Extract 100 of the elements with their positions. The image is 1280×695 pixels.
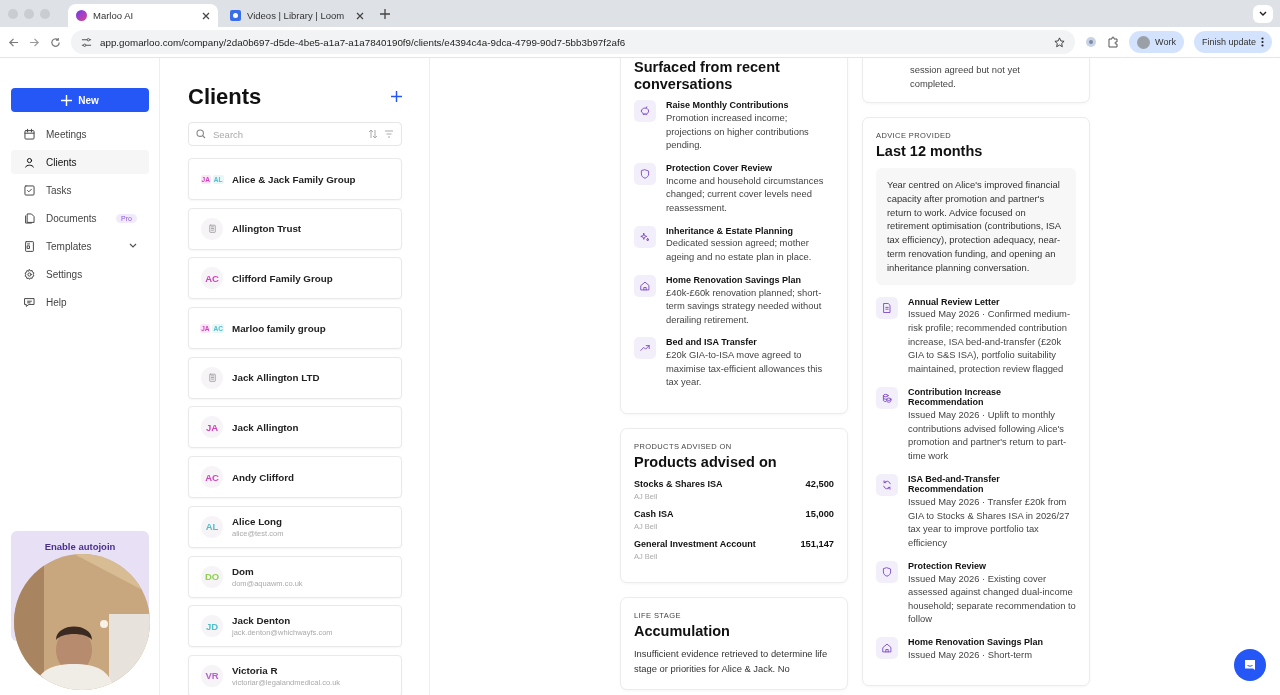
profile-button[interactable]: Work <box>1129 31 1184 53</box>
back-icon[interactable] <box>8 36 19 48</box>
refresh-icon <box>876 473 898 496</box>
search-field[interactable]: Search <box>188 122 402 146</box>
product-name: Cash ISA <box>634 508 674 519</box>
item-description: Issued May 2026 · Transfer £20k from GIA to Stocks & Shares ISA in 2026/27 tax year to improve portfolio tax efficiency <box>908 495 1071 550</box>
initials-avatar: AC <box>201 267 223 290</box>
chat-bubble-icon <box>23 295 36 309</box>
item-title: Bed and ISA Transfer <box>666 337 758 349</box>
sidebar-item[interactable]: Meetings <box>11 122 149 146</box>
initials-avatar: VR <box>201 664 223 687</box>
product-amount: 151,147 <box>800 538 834 551</box>
autojoin-title: Enable autojoin <box>44 541 116 554</box>
page-title: Clients <box>188 84 262 110</box>
building-icon <box>206 372 218 384</box>
close-icon[interactable] <box>356 11 364 20</box>
close-icon[interactable] <box>202 11 210 20</box>
client-card[interactable]: AC Andy Clifford <box>188 456 402 499</box>
forward-icon[interactable] <box>29 36 40 48</box>
sidebar-item[interactable]: Templates <box>11 234 149 258</box>
initials-avatar: JA <box>201 416 223 439</box>
life-stage-description: Insufficient evidence retrieved to determine life stage or priorities for Alice & Jack. No <box>634 647 829 676</box>
house-icon <box>634 274 656 297</box>
item-title: Protection Review <box>908 560 988 572</box>
client-card[interactable]: AC Clifford Family Group <box>188 257 402 300</box>
document-icon <box>876 296 898 319</box>
client-name: Victoria R <box>232 664 279 676</box>
finish-update-button[interactable]: Finish update <box>1193 31 1272 53</box>
puzzle-icon[interactable] <box>1107 36 1120 48</box>
item-description: Issued May 2026 · Short-term <box>908 647 1033 662</box>
person-icon <box>23 155 36 169</box>
client-name: Andy Clifford <box>232 471 295 483</box>
initials-avatar: JD <box>201 615 223 638</box>
extension-icon[interactable] <box>1085 36 1098 48</box>
item-description: session agreed but not yet completed. <box>910 63 1021 91</box>
item-description: £20k GIA-to-ISA move agreed to maximise tax-efficient allowances this tax year. <box>666 348 824 390</box>
sort-icon[interactable] <box>368 129 378 139</box>
tab-favicon-icon <box>230 10 241 21</box>
client-name: Alice & Jack Family Group <box>232 173 356 185</box>
calendar-icon <box>23 127 36 141</box>
item-description: Issued May 2026 · Uplift to monthly contributions advised following Alice's promotion and partner's return to part-time work <box>908 408 1068 463</box>
address-bar[interactable]: app.gomarloo.com/company/2da0b697-d5de-4be5-a1a7-a1a7840190f9/clients/e4394c4a-9dca-4799-90d7-5bb3b97f2af6 <box>71 30 1076 54</box>
client-card[interactable]: Jack Allington LTD <box>188 356 402 399</box>
template-icon <box>23 239 36 253</box>
item-description: Promotion increased income; projections on higher contributions pending. <box>666 111 810 152</box>
card-title: Products advised on <box>634 454 778 471</box>
item-description: Issued May 2026 · Confirmed medium-risk profile; recommended contribution increase, ISA bed-and-transfer (£20k GIA to S&S ISA), portfolio suitability maintained, protection review flagged <box>908 307 1072 376</box>
card-title: Surfaced from recent conversations <box>634 59 781 93</box>
client-name: Marloo family group <box>232 322 326 334</box>
item-description: Income and household circumstances changed; current cover levels need reassessment. <box>666 173 825 215</box>
tab-favicon-icon <box>76 10 87 21</box>
client-name: Jack Allington <box>232 421 299 433</box>
sparkle-icon <box>634 225 656 248</box>
coins-icon <box>876 386 898 409</box>
client-card[interactable]: JA Jack Allington <box>188 406 402 449</box>
card-title: Last 12 months <box>876 143 984 160</box>
item-title: Inheritance & Estate Planning <box>666 225 795 237</box>
more-icon <box>1261 37 1264 47</box>
client-name: Clifford Family Group <box>232 272 333 284</box>
chevron-down-icon[interactable] <box>129 243 137 249</box>
plus-icon <box>61 94 73 106</box>
client-name: Alice Long <box>232 515 284 527</box>
bookmark-star-icon[interactable] <box>1054 36 1066 48</box>
card-title: Accumulation <box>634 622 731 640</box>
reload-icon[interactable] <box>50 36 61 48</box>
browser-tab[interactable]: Marloo AI <box>68 4 218 27</box>
settings-icon <box>23 267 36 281</box>
piggy-bank-icon <box>634 100 656 123</box>
client-card[interactable]: Allington Trust <box>188 207 402 250</box>
chevron-down-icon <box>1259 10 1267 17</box>
sidebar-item[interactable]: Settings <box>11 262 149 286</box>
site-settings-icon[interactable] <box>81 36 92 48</box>
item-title: Home Renovation Savings Plan <box>908 637 1044 648</box>
advice-summary: Year centred on Alice's improved financial capacity after promotion and partner's return to work. Advice focused on retirement optimisation (contributions, ISA tax efficiency), protection adequacy, near-term renovation funding, and opening an inheritance planning conversation. <box>876 167 1076 285</box>
chat-icon <box>1243 658 1257 672</box>
initials-avatar: DO <box>201 565 223 588</box>
chat-launcher-button[interactable] <box>1234 649 1266 681</box>
sidebar-item[interactable]: Help <box>11 290 149 314</box>
client-name: Jack Allington LTD <box>232 372 320 384</box>
item-title: Protection Cover Review <box>666 163 774 174</box>
product-amount: 15,000 <box>805 508 834 521</box>
item-title: Home Renovation Savings Plan <box>666 274 803 286</box>
item-description: Issued May 2026 · Existing cover assessed against changed dual-income household; separate recommendation to follow <box>908 571 1076 626</box>
sidebar-item[interactable]: Clients <box>11 150 149 174</box>
new-tab-icon[interactable] <box>380 8 390 19</box>
item-description: Dedicated session agreed; mother ageing and no estate plan in place. <box>666 236 813 264</box>
item-title: Contribution Increase Recommendation <box>908 386 1002 409</box>
item-description: £40k-£60k renovation planned; short-term savings strategy needed without derailing retirement. <box>666 285 823 327</box>
client-name: Allington Trust <box>232 223 302 235</box>
building-icon <box>206 223 218 235</box>
new-button[interactable]: New <box>11 88 149 112</box>
client-name: Dom <box>232 565 255 577</box>
browser-tab[interactable]: Videos | Library | Loom <box>222 4 372 27</box>
shield-icon <box>634 163 656 185</box>
item-title: Raise Monthly Contributions <box>666 100 790 112</box>
sidebar-item[interactable]: Tasks <box>11 178 149 202</box>
tab-search-button[interactable] <box>1253 4 1273 23</box>
shield-icon <box>876 560 898 583</box>
item-title: ISA Bed-and-Transfer Recommendation <box>908 473 1001 496</box>
initials-avatar: AL <box>201 515 223 538</box>
